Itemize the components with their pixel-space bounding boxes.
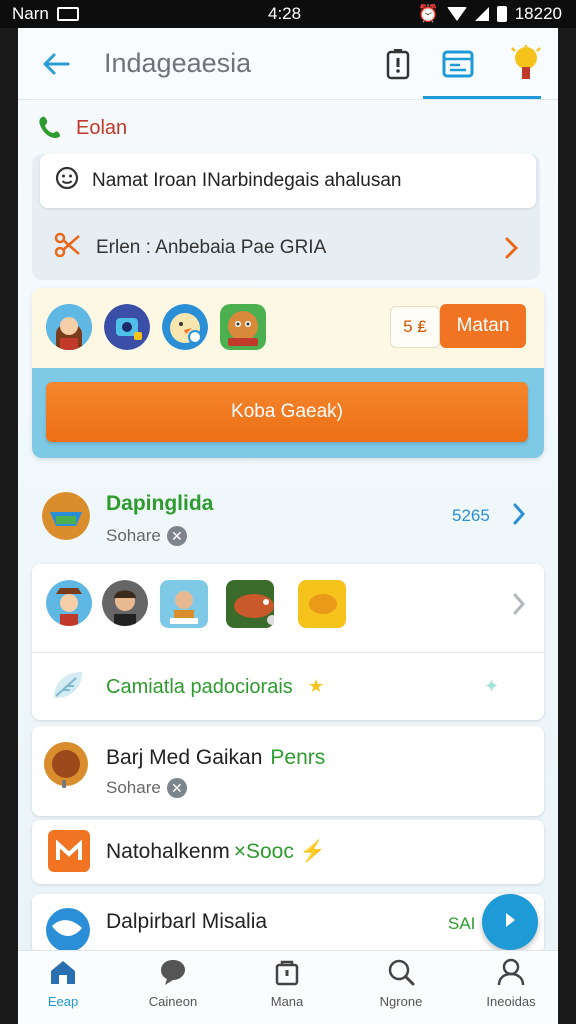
avatar-boy[interactable] — [46, 580, 92, 626]
phone-icon — [38, 114, 66, 143]
floating-action-button[interactable] — [482, 894, 538, 950]
nav-item-home[interactable]: Eeap — [18, 957, 108, 1021]
promo-header: 5 ₤ Matan — [32, 288, 544, 368]
leaf-icon — [50, 668, 86, 709]
back-arrow-icon[interactable] — [40, 48, 72, 80]
m-logo-icon — [48, 830, 90, 872]
thumb-yellow[interactable] — [298, 580, 346, 628]
avatar-monster[interactable] — [104, 304, 150, 350]
star-icon: ★ — [308, 676, 325, 696]
list-item[interactable]: Dalpirbarl Misalia SAI — [32, 894, 544, 954]
chevron-right-icon — [504, 236, 520, 266]
nav-item-bag[interactable]: Mana — [242, 957, 332, 1021]
item-title: Barj Med Gaikan — [106, 746, 263, 769]
status-bar: Narn 4:28 ⏰ 18220 — [0, 0, 576, 28]
item-subtitle: Sohare — [106, 778, 161, 797]
item-value: 5265 — [452, 506, 490, 525]
avatar-bird[interactable] — [162, 304, 208, 350]
thumb-dino[interactable] — [226, 580, 274, 628]
top-app-bar: Indageaesia — [18, 28, 558, 100]
play-arrow-icon — [500, 910, 520, 935]
item-value: SAI — [448, 914, 476, 933]
wifi-icon — [446, 7, 467, 21]
list-item[interactable]: Dapinglida Sohare ✕ 5265 — [32, 484, 544, 556]
avatar-girl[interactable] — [46, 304, 92, 350]
price-tag: 5 ₤ — [390, 306, 440, 348]
person-icon — [496, 957, 526, 990]
filter-row[interactable]: Erlen : Anbebaia Pae GRIA — [40, 220, 536, 276]
promo-body: Koba Gaeak) — [32, 368, 544, 458]
nav-label: Ngrone — [379, 994, 423, 1009]
close-badge-icon: ✕ — [166, 526, 187, 546]
thumb-character[interactable] — [160, 580, 208, 628]
close-badge-icon: ✕ — [166, 778, 187, 798]
list-item[interactable]: Camiatla padociorais ★ ✦ — [32, 564, 544, 720]
chevron-right-icon — [512, 592, 526, 621]
avatar-creature[interactable] — [220, 304, 266, 350]
search-card: Erlen : Anbebaia Pae GRIA — [32, 154, 540, 280]
section-header: Eolan — [38, 114, 127, 143]
primary-action-button[interactable]: Koba Gaeak) — [46, 382, 528, 442]
item-title: Dalpirbarl Misalia — [106, 910, 268, 933]
item-title: Dapinglida — [106, 492, 214, 515]
nav-item-search[interactable]: Ngrone — [356, 957, 446, 1021]
item-thumbnail — [42, 492, 90, 540]
clock: 4:28 — [268, 4, 302, 23]
carrier-label: Narn — [12, 4, 49, 23]
section-label: Eolan — [76, 117, 128, 139]
alarm-icon: ⏰ — [417, 4, 439, 23]
bulb-icon[interactable] — [508, 45, 544, 82]
bottom-navigation: Eeap Caineon Mana Ngrone Ineoidas — [18, 950, 558, 1024]
chat-icon — [158, 957, 188, 990]
app-title: Indageaesia — [104, 48, 252, 78]
notification-icon — [56, 7, 79, 21]
smiley-search-icon — [54, 165, 80, 197]
divider — [32, 652, 544, 653]
nav-item-profile[interactable]: Ineoidas — [466, 957, 556, 1021]
avatar-man[interactable] — [102, 580, 148, 626]
list-item[interactable]: Barj Med Gaikan Penrs Sohare ✕ — [32, 726, 544, 816]
item-thumbnail — [42, 740, 90, 788]
bag-icon — [272, 957, 302, 990]
nav-label: Mana — [270, 994, 304, 1009]
item-title-suffix: Penrs — [270, 746, 326, 769]
item-thumbnail — [44, 906, 92, 954]
item-title: Camiatla padociorais — [106, 676, 293, 698]
item-title-suffix: ×Sooc ⚡ — [233, 840, 326, 863]
chevron-right-icon — [512, 502, 526, 531]
sparkle-icon: ✦ — [484, 676, 500, 696]
item-title-row: Barj Med Gaikan Penrs — [106, 746, 325, 770]
signal-icon — [474, 7, 489, 21]
search-input[interactable] — [92, 170, 512, 192]
phone-alert-icon[interactable] — [380, 46, 416, 82]
search-icon — [386, 957, 416, 990]
nav-label: Ineoidas — [486, 994, 536, 1009]
home-icon — [48, 957, 78, 990]
app-screen: Indageaesia Eolan Erlen : Anb — [18, 28, 558, 1024]
item-title: Natohalkenm — [106, 840, 230, 863]
promo-card: 5 ₤ Matan Koba Gaeak) — [32, 288, 544, 458]
active-tab-indicator — [423, 96, 541, 99]
item-subtitle: Sohare — [106, 526, 161, 545]
battery-icon — [496, 6, 507, 22]
browser-window-icon[interactable] — [440, 46, 476, 82]
status-right-text: 18220 — [514, 4, 562, 23]
item-subtitle-row: Sohare ✕ — [106, 778, 187, 798]
nav-label: Caineon — [148, 994, 198, 1009]
nav-label: Eeap — [47, 994, 79, 1009]
list-item[interactable]: Natohalkenm ×Sooc ⚡ — [32, 820, 544, 884]
search-box[interactable] — [40, 154, 536, 208]
matan-button[interactable]: Matan — [440, 304, 526, 348]
filter-label: Erlen : Anbebaia Pae GRIA — [96, 237, 327, 258]
item-title-row: Natohalkenm ×Sooc ⚡ — [106, 840, 326, 864]
nav-item-chat[interactable]: Caineon — [128, 957, 218, 1021]
item-subtitle-row: Sohare ✕ — [106, 526, 187, 546]
scissors-icon — [54, 232, 82, 264]
